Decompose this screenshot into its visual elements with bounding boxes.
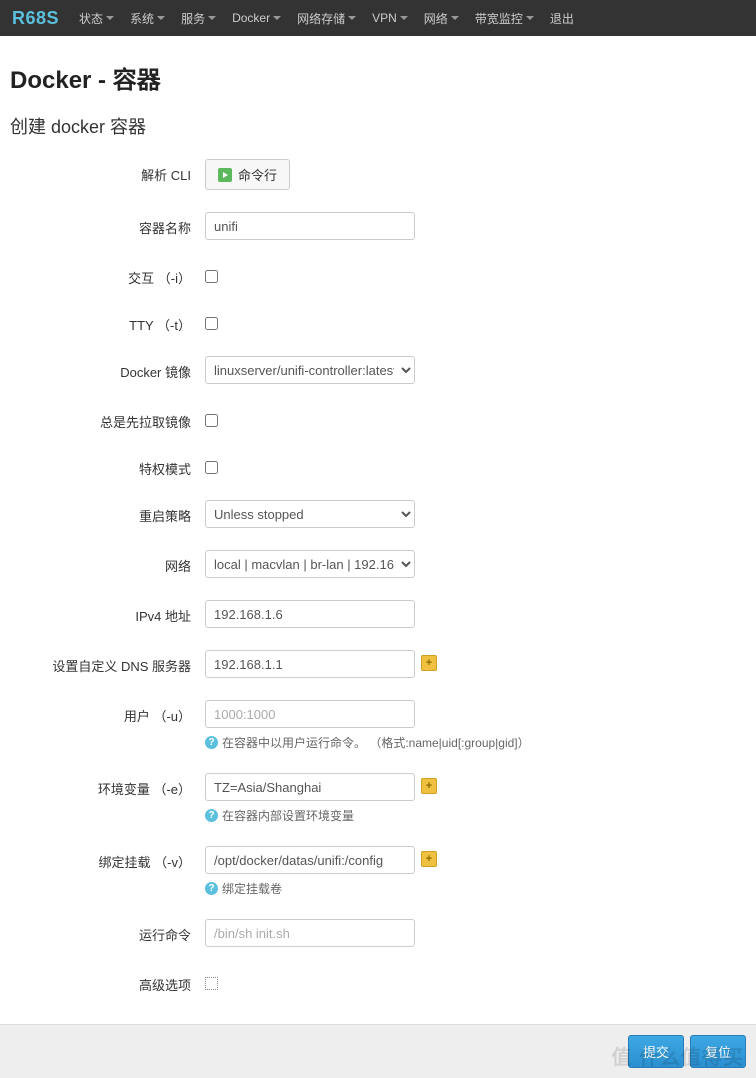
caret-icon (451, 16, 459, 20)
env-input[interactable] (205, 773, 415, 801)
hint-user: ?在容器中以用户运行命令。 （格式:name|uid[:group|gid]） (205, 734, 530, 751)
label-restart: 重启策略 (10, 500, 205, 525)
label-cli: 解析 CLI (10, 159, 205, 184)
nav-status[interactable]: 状态 (71, 10, 122, 27)
nav-bandwidth[interactable]: 带宽监控 (467, 10, 542, 27)
hint-mount: ?绑定挂载卷 (205, 880, 437, 897)
privileged-checkbox[interactable] (205, 461, 218, 474)
caret-icon (157, 16, 165, 20)
nav-nas[interactable]: 网络存储 (289, 10, 364, 27)
brand-logo: R68S (8, 8, 71, 29)
navbar: R68S 状态 系统 服务 Docker 网络存储 VPN 网络 带宽监控 退出 (0, 0, 756, 36)
dns-input[interactable] (205, 650, 415, 678)
mount-input[interactable] (205, 846, 415, 874)
label-container-name: 容器名称 (10, 212, 205, 237)
play-icon (218, 168, 232, 182)
label-env: 环境变量 （-e） (10, 773, 205, 798)
restart-select[interactable]: Unless stopped (205, 500, 415, 528)
nav-system[interactable]: 系统 (122, 10, 173, 27)
label-ipv4: IPv4 地址 (10, 600, 205, 625)
page-subtitle: 创建 docker 容器 (10, 113, 746, 139)
label-privileged: 特权模式 (10, 453, 205, 478)
submit-button[interactable]: 提交 (628, 1035, 684, 1068)
container-name-input[interactable] (205, 212, 415, 240)
ipv4-input[interactable] (205, 600, 415, 628)
footer-bar: 提交 复位 (0, 1024, 756, 1078)
label-network: 网络 (10, 550, 205, 575)
network-select[interactable]: local | macvlan | br-lan | 192.168 (205, 550, 415, 578)
reset-button[interactable]: 复位 (690, 1035, 746, 1068)
always-pull-checkbox[interactable] (205, 414, 218, 427)
caret-icon (106, 16, 114, 20)
page-title: Docker - 容器 (10, 60, 746, 95)
cmd-input[interactable] (205, 919, 415, 947)
label-mount: 绑定挂载 （-v） (10, 846, 205, 871)
caret-icon (273, 16, 281, 20)
label-cmd: 运行命令 (10, 919, 205, 944)
label-always-pull: 总是先拉取镜像 (10, 406, 205, 431)
info-icon: ? (205, 809, 218, 822)
caret-icon (526, 16, 534, 20)
caret-icon (208, 16, 216, 20)
hint-env: ?在容器内部设置环境变量 (205, 807, 437, 824)
nav-vpn[interactable]: VPN (364, 11, 416, 25)
nav-services[interactable]: 服务 (173, 10, 224, 27)
add-env-icon[interactable] (421, 778, 437, 794)
info-icon: ? (205, 882, 218, 895)
nav-network[interactable]: 网络 (416, 10, 467, 27)
interactive-checkbox[interactable] (205, 270, 218, 283)
cli-button[interactable]: 命令行 (205, 159, 290, 190)
tty-checkbox[interactable] (205, 317, 218, 330)
caret-icon (348, 16, 356, 20)
label-user: 用户 （-u） (10, 700, 205, 725)
add-mount-icon[interactable] (421, 851, 437, 867)
label-dns: 设置自定义 DNS 服务器 (10, 650, 205, 675)
caret-icon (400, 16, 408, 20)
label-interactive: 交互 （-i） (10, 262, 205, 287)
advanced-checkbox[interactable] (205, 977, 218, 990)
main-content: Docker - 容器 创建 docker 容器 解析 CLI 命令行 容器名称… (0, 36, 756, 994)
label-advanced: 高级选项 (10, 969, 205, 994)
user-input[interactable] (205, 700, 415, 728)
label-tty: TTY （-t） (10, 309, 205, 334)
nav-docker[interactable]: Docker (224, 11, 289, 25)
add-dns-icon[interactable] (421, 655, 437, 671)
info-icon: ? (205, 736, 218, 749)
image-select[interactable]: linuxserver/unifi-controller:latest (205, 356, 415, 384)
label-image: Docker 镜像 (10, 356, 205, 381)
nav-logout[interactable]: 退出 (542, 10, 582, 27)
